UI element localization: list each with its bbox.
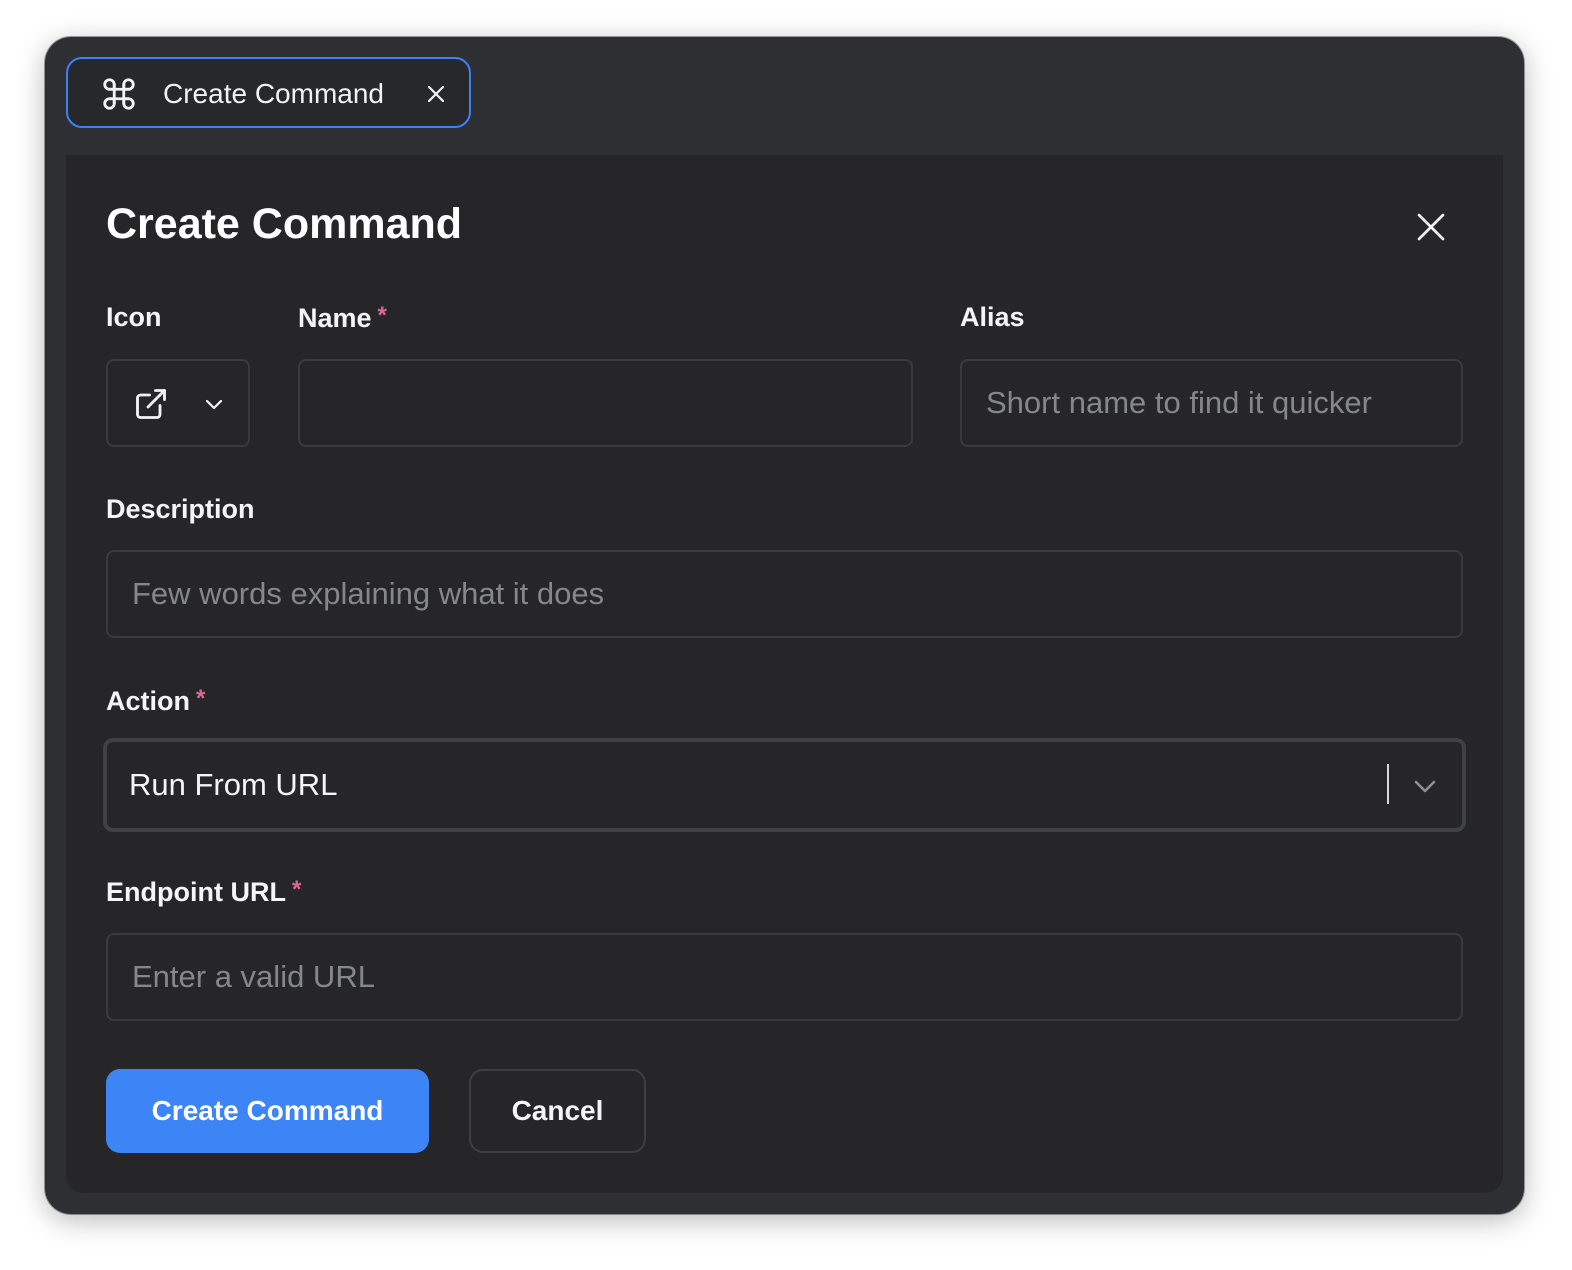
- endpoint-url-label: Endpoint URL *: [106, 876, 302, 907]
- external-link-icon: [136, 389, 166, 419]
- action-select[interactable]: Run From URL: [103, 738, 1466, 832]
- name-field-wrapper: [298, 359, 913, 447]
- description-field-wrapper: [106, 550, 1463, 638]
- tab-create-command[interactable]: Create Command: [66, 57, 471, 128]
- dialog-title: Create Command: [106, 200, 463, 248]
- icon-label: Icon: [106, 302, 162, 332]
- endpoint-url-field-wrapper: [106, 933, 1463, 1021]
- close-icon[interactable]: [424, 82, 448, 106]
- required-mark: *: [377, 302, 387, 329]
- icon-picker[interactable]: [106, 359, 250, 447]
- description-input[interactable]: [108, 552, 1461, 636]
- alias-field-wrapper: [960, 359, 1463, 447]
- chevron-down-icon[interactable]: [1412, 778, 1438, 794]
- tab-label: Create Command: [163, 78, 384, 109]
- description-label: Description: [106, 494, 255, 524]
- alias-input[interactable]: [962, 361, 1461, 445]
- close-icon[interactable]: [1415, 211, 1447, 243]
- create-command-button[interactable]: Create Command: [106, 1069, 429, 1153]
- action-select-value: Run From URL: [129, 767, 338, 802]
- name-label: Name *: [298, 302, 387, 333]
- select-separator: [1387, 764, 1389, 804]
- required-mark: *: [291, 876, 302, 903]
- endpoint-url-input[interactable]: [108, 935, 1461, 1019]
- create-command-dialog: Create Command Icon Name * Alias Short n…: [66, 155, 1503, 1193]
- required-mark: *: [196, 685, 206, 712]
- alias-label: Alias: [960, 302, 1025, 332]
- name-input[interactable]: [300, 361, 911, 445]
- chevron-down-icon: [205, 399, 223, 410]
- app-window: Create Command Create Command Icon Name *: [45, 37, 1524, 1214]
- command-icon: [103, 78, 135, 110]
- cancel-button[interactable]: Cancel: [469, 1069, 646, 1153]
- action-label: Action *: [106, 685, 206, 716]
